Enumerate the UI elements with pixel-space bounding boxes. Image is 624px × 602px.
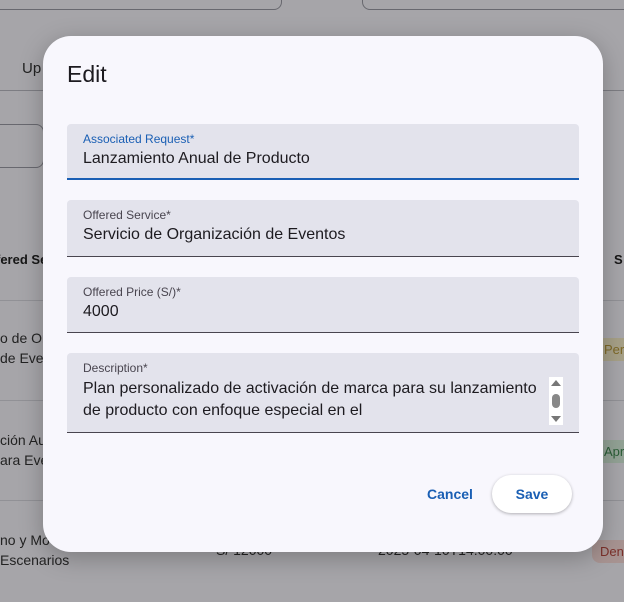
scroll-up-icon[interactable] — [551, 380, 561, 386]
associated-request-label: Associated Request* — [83, 132, 195, 146]
offered-service-label: Offered Service* — [83, 208, 171, 222]
description-scrollbar[interactable] — [549, 377, 563, 425]
save-button[interactable]: Save — [492, 475, 572, 513]
description-textarea[interactable]: Plan personalizado de activación de marc… — [83, 378, 543, 429]
description-field[interactable]: Description* Plan personalizado de activ… — [67, 353, 579, 433]
cancel-button[interactable]: Cancel — [414, 475, 486, 513]
scroll-thumb[interactable] — [552, 394, 560, 408]
offered-service-field[interactable]: Offered Service* Servicio de Organizació… — [67, 200, 579, 257]
associated-request-value: Lanzamiento Anual de Producto — [83, 150, 310, 167]
offered-price-value: 4000 — [83, 303, 119, 320]
offered-price-field[interactable]: Offered Price (S/)* 4000 — [67, 277, 579, 333]
offered-price-label: Offered Price (S/)* — [83, 285, 181, 299]
scroll-down-icon[interactable] — [551, 416, 561, 422]
associated-request-field[interactable]: Associated Request* Lanzamiento Anual de… — [67, 124, 579, 180]
dialog-title: Edit — [67, 61, 107, 87]
edit-dialog: Edit Associated Request* Lanzamiento Anu… — [43, 36, 603, 552]
description-label: Description* — [83, 361, 148, 375]
offered-service-value: Servicio de Organización de Eventos — [83, 226, 346, 243]
